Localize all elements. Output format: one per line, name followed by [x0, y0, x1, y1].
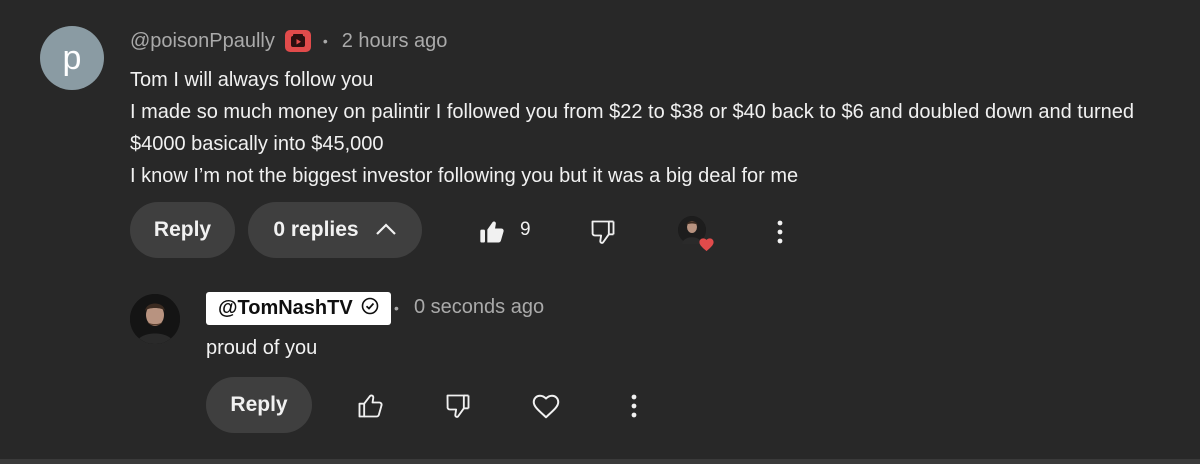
creator-name-tag[interactable]: @TomNashTV	[206, 292, 391, 325]
more-vert-icon	[777, 220, 783, 244]
dislike-button[interactable]	[442, 390, 474, 422]
more-actions-button[interactable]	[768, 216, 792, 248]
comment-line: I know I’m not the biggest investor foll…	[130, 165, 799, 187]
reply-author-avatar[interactable]	[130, 294, 180, 344]
commenter-avatar[interactable]: p	[40, 26, 104, 90]
comment-author[interactable]: @poisonPpaully	[130, 30, 275, 53]
comment-time[interactable]: 2 hours ago	[342, 30, 448, 53]
avatar-letter: p	[62, 38, 82, 77]
thumbs-up-icon	[358, 394, 383, 418]
comment-header: @poisonPpaully • 2 hours ago	[130, 28, 447, 54]
creator-heart-badge	[678, 216, 714, 252]
comment-line: I made so much money on palintir I follo…	[130, 101, 1134, 123]
reply-author: @TomNashTV	[218, 297, 353, 319]
chevron-up-icon	[375, 218, 397, 242]
more-vert-icon	[631, 394, 637, 418]
heart-icon	[699, 238, 714, 252]
like-count: 9	[520, 219, 531, 240]
reply-button[interactable]: Reply	[130, 202, 235, 258]
replies-count-label: 0 replies	[273, 218, 359, 241]
thumbs-down-icon	[446, 394, 470, 418]
verified-check-icon	[361, 297, 379, 321]
reply-body: proud of you	[206, 337, 318, 359]
comment-line: Tom I will always follow you	[130, 69, 374, 91]
dislike-button[interactable]	[587, 216, 619, 248]
thumbs-up-filled-icon	[480, 221, 504, 243]
member-badge-icon	[284, 30, 311, 52]
more-actions-button[interactable]	[622, 390, 646, 422]
comment-body: Tom I will always follow you I made so m…	[130, 64, 1180, 192]
divider	[0, 459, 1200, 464]
heart-button[interactable]	[530, 390, 562, 422]
replies-toggle-button[interactable]: 0 replies	[248, 202, 422, 258]
like-button[interactable]	[476, 216, 508, 248]
comment-line: $4000 basically into $45,000	[130, 133, 384, 155]
separator-dot: •	[322, 33, 328, 49]
thumbs-down-icon	[591, 220, 615, 244]
like-button[interactable]	[354, 390, 386, 422]
reply-button[interactable]: Reply	[206, 377, 312, 433]
separator-dot: •	[394, 300, 399, 316]
reply-time[interactable]: 0 seconds ago	[414, 296, 544, 319]
heart-outline-icon	[532, 394, 560, 419]
